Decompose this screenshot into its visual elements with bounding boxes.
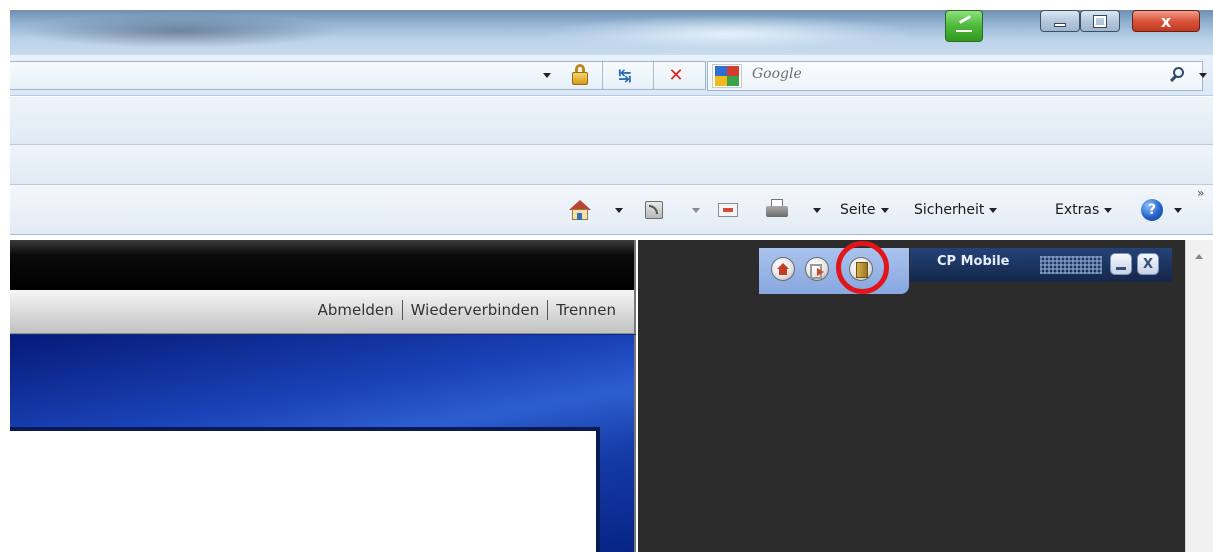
chevron-down-icon	[1104, 207, 1113, 213]
chevron-down-icon[interactable]	[692, 208, 700, 213]
reconnect-link[interactable]: Wiederverbinden	[411, 301, 540, 319]
safety-menu-label: Sicherheit	[914, 202, 985, 218]
mail-button[interactable]	[716, 196, 742, 224]
close-icon: x	[1160, 11, 1172, 31]
feeds-button[interactable]	[643, 196, 703, 224]
tab-bar	[10, 145, 1213, 185]
minimize-icon	[1054, 23, 1066, 27]
logout-link[interactable]: Abmelden	[318, 301, 394, 319]
home-button[interactable]	[565, 196, 625, 224]
nav-divider	[401, 300, 403, 320]
cp-exit-icon[interactable]	[805, 257, 829, 281]
address-history-dropdown[interactable]	[540, 70, 554, 80]
chevron-down-icon[interactable]	[813, 208, 821, 213]
address-separator	[653, 60, 654, 90]
page-menu[interactable]: Seite	[840, 196, 889, 224]
cp-mobile-title: CP Mobile	[937, 254, 1010, 269]
minimize-button[interactable]	[1040, 10, 1080, 32]
cp-close-icon: X	[1142, 256, 1154, 272]
chevron-down-icon	[1199, 72, 1207, 78]
pencil-icon	[956, 20, 972, 32]
session-nav-strip: Abmelden Wiederverbinden Trennen	[10, 290, 636, 334]
titlebar-shade	[20, 14, 340, 48]
chevron-down-icon	[880, 207, 889, 213]
chevron-down-icon	[1174, 208, 1182, 213]
chevron-down-icon	[543, 72, 551, 78]
close-window-button[interactable]: x	[1132, 10, 1200, 32]
nav-divider	[547, 300, 549, 320]
page-menu-label: Seite	[840, 202, 876, 218]
chevron-down-icon[interactable]	[615, 208, 623, 213]
maximize-icon	[1093, 14, 1107, 28]
page-header-strip	[10, 240, 636, 290]
mail-icon	[718, 203, 738, 217]
address-separator	[602, 60, 603, 90]
cp-minimize-button[interactable]	[1110, 253, 1132, 275]
highlight-circle	[836, 241, 889, 294]
vertical-scrollbar[interactable]	[1185, 240, 1213, 552]
titlebar-glow	[550, 16, 910, 52]
toolbar-overflow-chevron[interactable]: »	[1197, 186, 1204, 200]
tools-menu[interactable]: Extras	[1055, 196, 1113, 224]
google-logo-icon[interactable]	[712, 64, 742, 88]
chevron-down-icon	[989, 207, 998, 213]
search-placeholder: Google	[752, 66, 802, 82]
favorites-bar	[10, 97, 1213, 145]
edit-button[interactable]	[945, 10, 983, 42]
maximize-button[interactable]	[1080, 10, 1120, 32]
dark-panel	[638, 240, 1185, 552]
cp-mobile-drag-handle[interactable]	[1040, 256, 1102, 274]
help-icon: ?	[1141, 199, 1163, 221]
stop-icon[interactable]: ✕	[665, 62, 687, 88]
disconnect-link[interactable]: Trennen	[556, 301, 616, 319]
session-nav-links: Abmelden Wiederverbinden Trennen	[318, 300, 616, 320]
scroll-up-icon[interactable]	[1195, 254, 1203, 259]
content-panel	[10, 427, 600, 552]
search-icon[interactable]	[1167, 63, 1191, 87]
cp-home-icon[interactable]	[771, 257, 795, 281]
lock-icon[interactable]	[568, 62, 592, 88]
safety-menu[interactable]: Sicherheit	[914, 196, 998, 224]
help-menu[interactable]: ?	[1141, 196, 1191, 224]
window-titlebar	[10, 10, 1213, 55]
print-button[interactable]	[765, 196, 825, 224]
cp-close-button[interactable]: X	[1137, 253, 1159, 275]
tools-menu-label: Extras	[1055, 202, 1100, 218]
refresh-icon[interactable]: ↹	[613, 62, 637, 88]
search-provider-dropdown[interactable]	[1197, 70, 1209, 80]
